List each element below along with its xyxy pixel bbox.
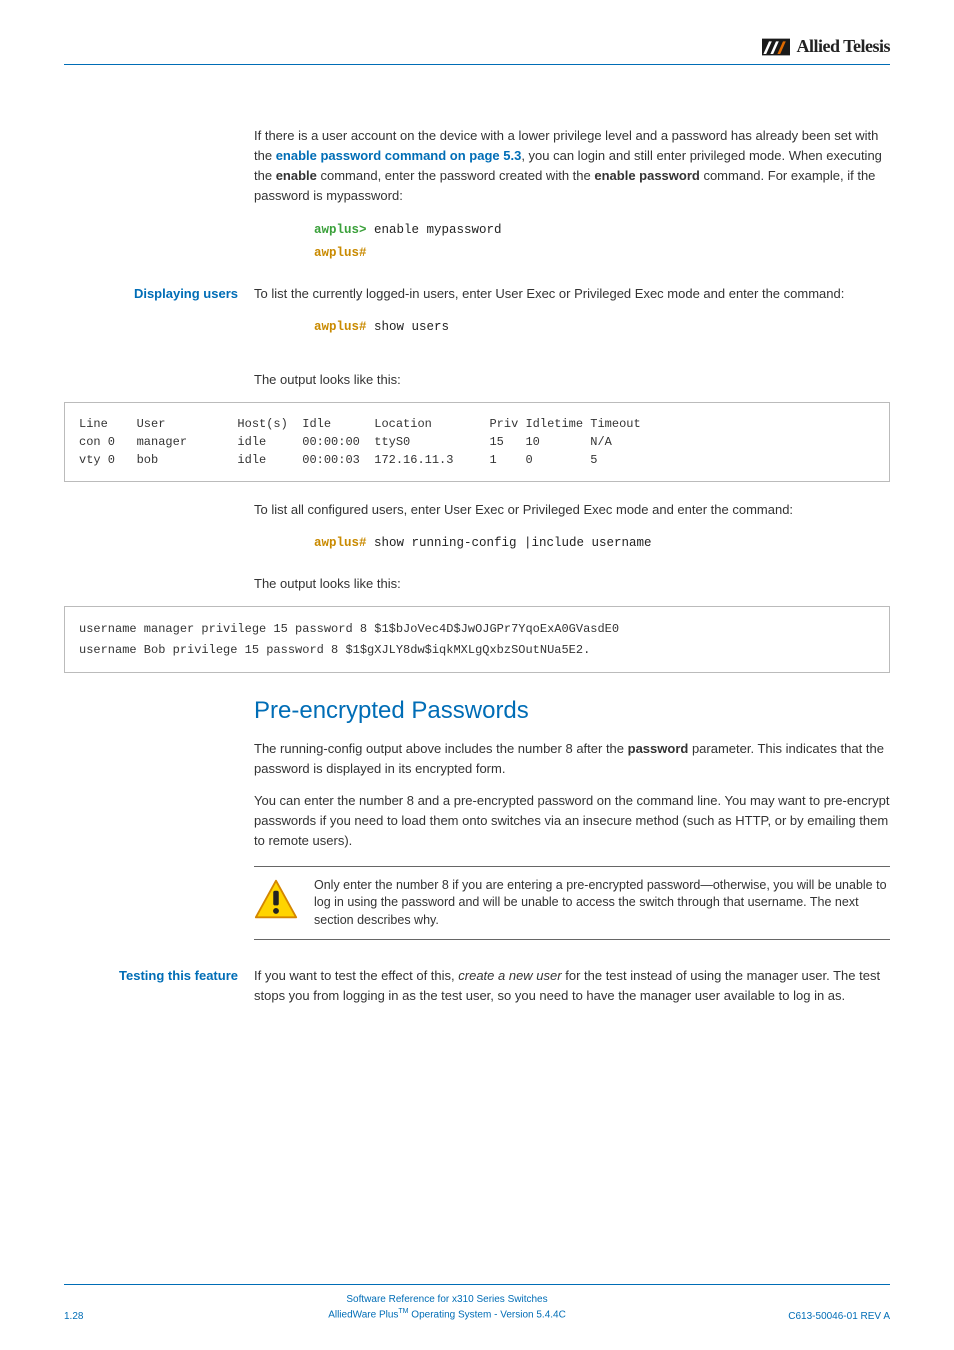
- output-intro-1: The output looks like this:: [254, 370, 890, 390]
- output-intro-2: The output looks like this:: [254, 574, 890, 594]
- running-config-output: username manager privilege 15 password 8…: [64, 606, 890, 673]
- prompt-privileged: awplus#: [314, 246, 367, 260]
- show-users-output: Line User Host(s) Idle Location Priv Idl…: [64, 402, 890, 482]
- testing-feature-label: Testing this feature: [64, 966, 254, 986]
- list-configured-text: To list all configured users, enter User…: [254, 500, 890, 520]
- header-rule: [64, 64, 890, 65]
- prompt-privileged: awplus#: [314, 320, 367, 334]
- warning-icon: [254, 877, 298, 921]
- prompt-privileged: awplus#: [314, 536, 367, 550]
- page-number: 1.28: [64, 1311, 144, 1322]
- prompt-user: awplus>: [314, 223, 367, 237]
- footer-rule: [64, 1284, 890, 1285]
- terminal-example-1: awplus> enable mypassword awplus#: [314, 219, 890, 267]
- caution-box: Only enter the number 8 if you are enter…: [254, 866, 890, 941]
- testing-feature-text: If you want to test the effect of this, …: [254, 966, 890, 1006]
- caution-text: Only enter the number 8 if you are enter…: [314, 877, 890, 930]
- intro-paragraph: If there is a user account on the device…: [254, 126, 890, 207]
- page-footer: 1.28 Software Reference for x310 Series …: [64, 1284, 890, 1322]
- doc-revision: C613-50046-01 REV A: [750, 1311, 890, 1322]
- footer-version: AlliedWare PlusTM Operating System - Ver…: [144, 1307, 750, 1322]
- preenc-para-1: The running-config output above includes…: [254, 739, 890, 779]
- preenc-para-2: You can enter the number 8 and a pre-enc…: [254, 791, 890, 851]
- brand-logo: Allied Telesis: [762, 36, 890, 57]
- brand-name: Allied Telesis: [796, 36, 890, 57]
- displaying-users-label: Displaying users: [64, 284, 254, 304]
- terminal-example-3: awplus# show running-config |include use…: [314, 532, 890, 556]
- enable-password-link[interactable]: enable password command on page 5.3: [276, 148, 522, 163]
- section-heading: Pre-encrypted Passwords: [254, 697, 890, 725]
- terminal-example-2: awplus# show users: [314, 316, 890, 340]
- allied-telesis-icon: [762, 38, 790, 56]
- displaying-users-text: To list the currently logged-in users, e…: [254, 284, 890, 304]
- footer-title: Software Reference for x310 Series Switc…: [144, 1293, 750, 1307]
